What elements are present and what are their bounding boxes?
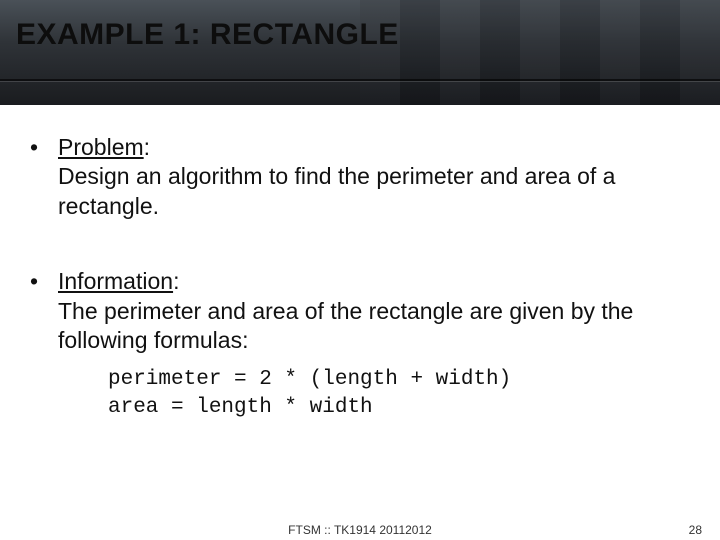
- bullet-problem: • Problem:: [30, 133, 690, 162]
- slide-header: EXAMPLE 1: RECTANGLE: [0, 0, 720, 105]
- formula-block: perimeter = 2 * (length + width) area = …: [30, 356, 690, 423]
- information-text: The perimeter and area of the rectangle …: [30, 297, 690, 356]
- colon: :: [173, 268, 179, 294]
- footer-center-text: FTSM :: TK1914 20112012: [288, 523, 432, 537]
- formula-line: area = length * width: [108, 394, 690, 422]
- page-number: 28: [689, 523, 702, 537]
- slide-content: • Problem: Design an algorithm to find t…: [0, 105, 720, 422]
- colon: :: [144, 134, 150, 160]
- bullet-dot-icon: •: [30, 133, 58, 162]
- problem-text: Design an algorithm to find the perimete…: [30, 162, 690, 221]
- bullet-information: • Information:: [30, 267, 690, 296]
- bullet-dot-icon: •: [30, 267, 58, 296]
- formula-line: perimeter = 2 * (length + width): [108, 366, 690, 394]
- header-separator: [0, 79, 720, 81]
- slide-title: EXAMPLE 1: RECTANGLE: [16, 18, 399, 52]
- section-label-information: Information: [58, 268, 173, 294]
- header-background-image: [360, 0, 720, 105]
- section-label-problem: Problem: [58, 134, 144, 160]
